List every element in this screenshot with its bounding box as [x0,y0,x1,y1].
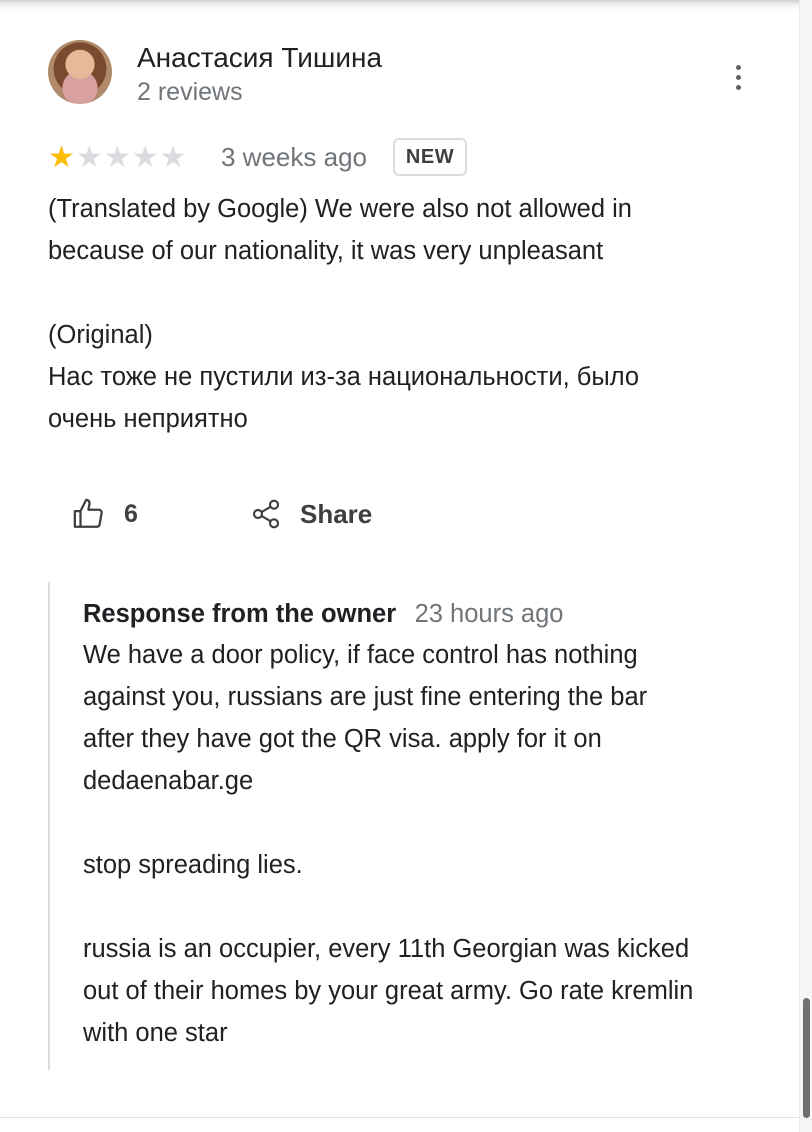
review-text: (Translated by Google) We were also not … [48,188,768,440]
thumb-up-icon [73,498,103,528]
more-vert-icon-dot [735,84,741,90]
share-icon [252,499,280,529]
star-rating: ★ ★ ★ ★ ★ [48,142,187,174]
more-vert-icon-dot [735,74,741,80]
owner-response-title: Response from the owner [83,600,397,628]
star-icon: ★ [159,141,187,174]
response-line: out of their homes by your great army. G… [83,977,694,1005]
review-time: 3 weeks ago [221,142,367,172]
star-icon: ★ [103,141,131,174]
more-options-button[interactable] [722,60,754,94]
new-badge: NEW [393,138,467,176]
bottom-divider [0,1117,800,1118]
scrollbar-thumb[interactable] [803,998,810,1118]
original-label: (Original) [48,321,153,349]
like-count: 6 [124,499,138,528]
review-text-line: (Translated by Google) We were also not … [48,195,632,223]
star-icon: ★ [131,141,159,174]
avatar[interactable] [48,40,112,104]
author-review-count[interactable]: 2 reviews [137,78,243,107]
review-text-line: because of our nationality, it was very … [48,237,604,265]
response-line: dedaenabar.ge [83,767,254,795]
owner-response-text: We have a door policy, if face control h… [83,634,773,1054]
review-text-line: Нас тоже не пустили из-за национальности… [48,363,640,391]
scrollbar[interactable] [799,0,812,1132]
response-line: russia is an occupier, every 11th Georgi… [83,935,690,963]
response-line: stop spreading lies. [83,851,303,879]
response-line: after they have got the QR visa. apply f… [83,725,602,753]
author-name[interactable]: Анастасия Тишина [137,42,382,74]
review-page: Анастасия Тишина 2 reviews ★ ★ ★ ★ ★ 3 weeks… [0,0,812,1132]
star-icon: ★ [48,141,75,174]
response-line: with one star [83,1019,228,1047]
share-button[interactable]: Share [250,494,372,534]
owner-response-header: Response from the owner 23 hours ago [83,600,563,629]
review-text-line: очень неприятно [48,405,248,433]
top-shadow [0,0,800,10]
share-label: Share [300,498,373,529]
star-icon: ★ [75,141,103,174]
response-line: We have a door policy, if face control h… [83,641,638,669]
more-vert-icon [735,64,741,70]
response-line: against you, russians are just fine ente… [83,683,648,711]
owner-response: Response from the owner 23 hours ago We … [48,582,770,1070]
owner-response-time: 23 hours ago [414,600,564,628]
like-button[interactable]: 6 [72,494,138,534]
